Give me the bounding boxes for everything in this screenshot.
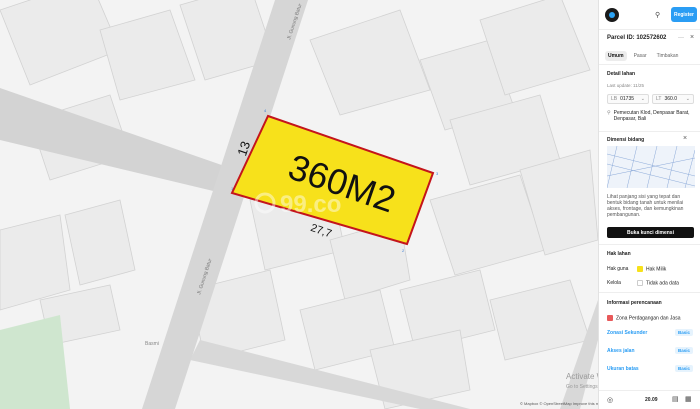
watermark-text: 99.co [280,191,341,218]
locate-icon[interactable]: ◎ [607,396,613,404]
tab-umum[interactable]: Umum [605,51,627,61]
detail-section-title: Detail lahan [607,71,636,77]
field-lt-value: 360.0 [664,96,677,102]
panel-tabs: Umum Pasar Timbakan [605,51,681,61]
ownership-chip [637,266,643,272]
tab-pasar[interactable]: Pasar [631,51,650,61]
street-label: Basmi [145,341,159,347]
planning-link[interactable]: Akses jalan [607,348,635,354]
management-chip [637,280,643,286]
address-text: Pemecutan Klod, Denpasar Barat, Denpasar… [613,110,690,122]
field-lt-label: LT [656,96,662,102]
divider [599,64,700,65]
planning-section-title: Informasi perencanaan [607,300,662,306]
unlock-dimensions-button[interactable]: Buka kunci dimensi [607,227,694,238]
panel-bottombar: ◎ 20.09 ▤ ▦ [599,390,700,409]
panel-topbar: ⚲ Register [599,0,700,30]
map-canvas[interactable]: Jl. Gunung Batur Jl. Gunung Batur Basmi … [0,0,700,409]
basic-badge: Basic [675,365,694,372]
more-icon[interactable]: ··· [678,35,684,41]
chevron-down-icon: ⌄ [640,96,645,102]
field-lt[interactable]: LT 360.0 ⌄ [652,94,694,104]
tab-timbakan[interactable]: Timbakan [654,51,682,61]
management-value: Tidak ada data [646,280,679,287]
rights-row-value: Tidak ada data [637,280,679,286]
green-area [0,315,70,409]
brand-logo-icon[interactable] [605,8,619,22]
address-row: ⚲ Pemecutan Klod, Denpasar Barat, Denpas… [607,110,695,122]
map-attribution: © Mapbox © OpenStreetMap Improve this ma… [520,401,604,406]
basic-badge: Basic [675,347,694,354]
grid-icon[interactable]: ▦ [685,395,692,403]
parcel-grid-thumbnail [607,146,695,188]
dimension-preview-image [607,146,695,188]
register-button[interactable]: Register [671,7,697,22]
zone-chip [607,315,613,321]
divider [599,244,700,245]
app-root: Jl. Gunung Batur Jl. Gunung Batur Basmi … [0,0,700,409]
zoom-level: 20.09 [645,397,658,403]
rights-section-title: Hak lahan [607,251,631,257]
zone-value: Zona Perdagangan dan Jasa [616,315,681,322]
chevron-down-icon: ⌄ [685,96,690,102]
location-pin-icon: ⚲ [607,110,611,116]
divider [599,131,700,132]
ownership-value: Hak Milik [646,266,667,273]
basic-badge: Basic [675,329,694,336]
field-lb-label: LB [611,96,618,102]
dimensions-section-title: Dimensi bidang [607,137,645,143]
close-icon[interactable]: × [683,135,687,142]
zone-row: Zona Perdagangan dan Jasa [607,315,681,321]
last-update-text: Last update: 11/25 [607,83,644,88]
planning-link[interactable]: Ukuran batas [607,366,639,372]
layers-icon[interactable]: ▤ [672,395,679,403]
search-icon[interactable]: ⚲ [655,11,660,19]
rights-row-value: Hak Milik [637,266,666,272]
planning-link[interactable]: Zonasi Sekunder [607,330,647,336]
parcel-panel: ⚲ Register Parcel ID: 102572602 ··· × Um… [598,0,700,409]
rights-row-label: Kelola [607,280,621,286]
divider [599,292,700,293]
rights-row-label: Hak guna [607,266,629,272]
dimensions-description: Lihat panjang sisi yang tepat dan bentuk… [607,194,684,218]
parcel-id-title: Parcel ID: 102572602 [607,35,667,41]
field-lb[interactable]: LB 01735 ⌄ [607,94,649,104]
close-icon[interactable]: × [690,34,694,41]
field-lb-value: 01735 [620,96,635,102]
